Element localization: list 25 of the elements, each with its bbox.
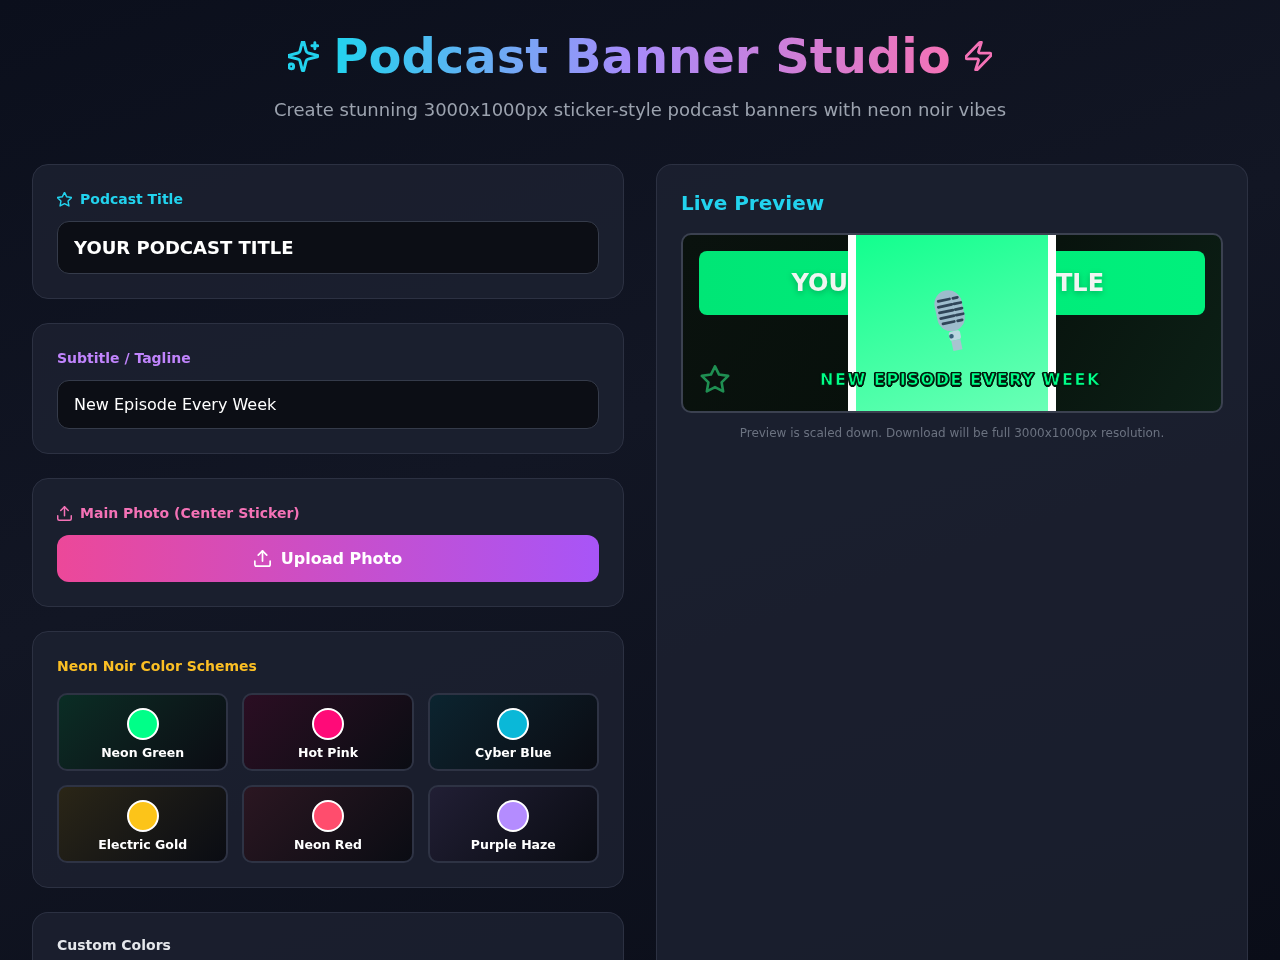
- field-label: Podcast Title: [80, 190, 183, 209]
- upload-photo-button[interactable]: Upload Photo: [57, 535, 599, 582]
- color-scheme-tile[interactable]: Cyber Blue: [427, 693, 599, 771]
- app-subtitle: Create stunning 3000x1000px sticker-style podcast banners with neon noir vibes: [272, 98, 1007, 122]
- banner-title: YOU: [790, 269, 848, 297]
- star-icon: [700, 365, 730, 394]
- title-input[interactable]: YOUR PODCAST TITLE: [57, 221, 599, 274]
- preview-heading: Live Preview: [681, 190, 826, 217]
- color-scheme-tile[interactable]: Neon Green: [57, 693, 229, 771]
- subtitle-input[interactable]: New Episode Every Week: [57, 380, 599, 429]
- field-label: Subtitle / Tagline: [57, 349, 191, 368]
- lightning-icon: [964, 41, 992, 71]
- color-scheme-tile[interactable]: Electric Gold: [57, 785, 229, 863]
- banner-title: TLE: [1056, 269, 1106, 297]
- color-scheme-tile[interactable]: Hot Pink: [242, 693, 414, 771]
- star-icon: [57, 191, 72, 207]
- upload-icon: [57, 505, 72, 521]
- preview-note: Preview is scaled down. Download will be full 3000x1000px resolution.: [738, 425, 1166, 441]
- color-scheme-tile[interactable]: Purple Haze: [427, 785, 599, 863]
- color-scheme-tile[interactable]: Neon Red: [242, 785, 414, 863]
- sparkles-icon: [288, 40, 320, 72]
- field-label: Main Photo (Center Sticker): [80, 504, 300, 523]
- section-label: Custom Colors: [57, 936, 171, 955]
- section-label: Neon Noir Color Schemes: [57, 657, 257, 676]
- upload-icon: [253, 550, 271, 567]
